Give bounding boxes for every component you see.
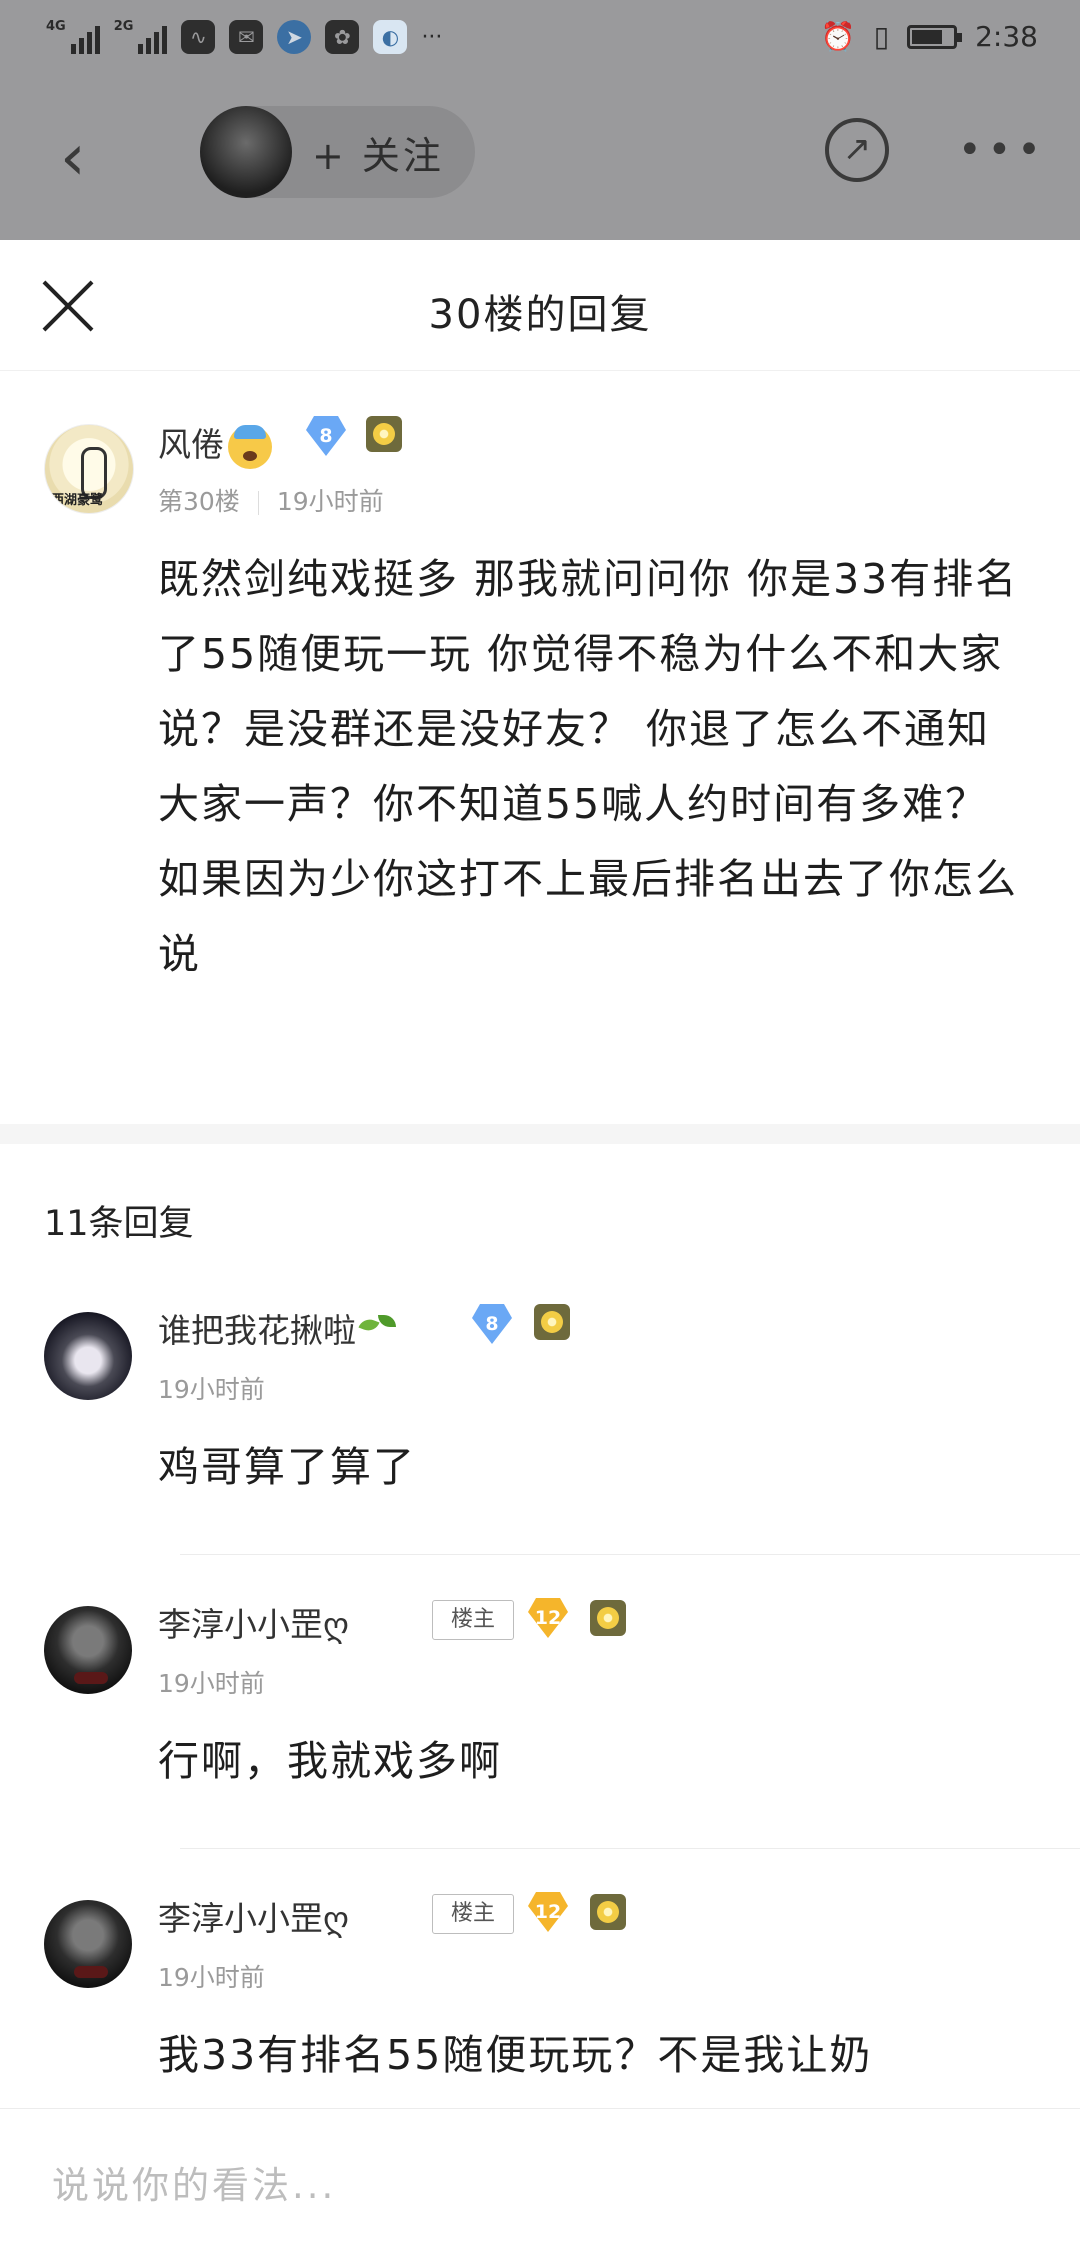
activity-app-icon: ∿ [181, 20, 216, 54]
telegram-icon: ➤ [277, 20, 312, 54]
reply-author[interactable]: 谁把我花揪啦 [158, 1304, 400, 1355]
more-notifications-icon: ··· [421, 24, 443, 50]
reply-author-name: 谁把我花揪啦 [158, 1311, 356, 1350]
level-badge: 12 [528, 1598, 568, 1638]
comment-input-bar[interactable]: 说说你的看法... [0, 2108, 1080, 2245]
post-author[interactable]: 风倦 [158, 418, 272, 469]
signal-icon-2: 2G [114, 20, 168, 54]
member-badge-icon [590, 1600, 626, 1636]
avatar[interactable] [44, 1606, 132, 1694]
post-author-name: 风倦 [158, 425, 224, 464]
reply-content: 行啊，我就戏多啊 [158, 1737, 502, 1785]
battery-icon [907, 24, 963, 49]
post-time: 19小时前 [276, 487, 384, 516]
reply-count: 11条回复 [44, 1204, 194, 1244]
reply-time: 19小时前 [158, 1669, 265, 1698]
sheet-title: 30楼的回复 [428, 292, 652, 338]
share-icon: ↗ [842, 129, 872, 169]
reply-sheet: 30楼的回复 风倦 8 第30楼 19小时前 既然剑纯戏挺多 那我就问问你 你是3… [0, 240, 1080, 2245]
avatar [200, 106, 292, 198]
avatar[interactable] [44, 1900, 132, 1988]
owner-tag: 楼主 [432, 1894, 514, 1934]
wechat-icon: ✉ [229, 20, 264, 54]
more-icon: ••• [958, 127, 1047, 173]
reply-divider [180, 1554, 1080, 1555]
sprout-emoji-icon [356, 1311, 400, 1355]
network-type-label-2: 2G [113, 19, 134, 34]
reply-divider [180, 1848, 1080, 1849]
chevron-left-icon: ‹ [60, 121, 86, 195]
alarm-icon: ⏰ [820, 20, 856, 53]
share-button[interactable]: ↗ [825, 118, 889, 182]
reply-author[interactable]: 李淳小小罡ღ [158, 1598, 349, 1646]
top-nav: ‹ + 关注 ↗ ••• [0, 84, 1080, 240]
level-badge: 8 [306, 416, 346, 456]
section-divider [0, 1124, 1080, 1144]
level-badge: 12 [528, 1892, 568, 1932]
comment-input[interactable]: 说说你的看法... [52, 2155, 336, 2209]
network-type-label: 4G [46, 19, 66, 34]
reply-time: 19小时前 [158, 1963, 265, 1992]
follow-label: + 关注 [312, 133, 444, 178]
owner-tag: 楼主 [432, 1600, 514, 1640]
avatar[interactable] [44, 1312, 132, 1400]
follow-button[interactable]: + 关注 [200, 106, 475, 198]
avatar[interactable] [44, 424, 134, 514]
member-badge-icon [534, 1304, 570, 1340]
clock-time: 2:38 [975, 20, 1038, 53]
member-badge-icon [590, 1894, 626, 1930]
signal-icon: 4G [46, 20, 100, 54]
sheet-header: 30楼的回复 [0, 240, 1080, 371]
reply-content: 我33有排名55随便玩玩？不是我让奶 [158, 2031, 873, 2079]
browser-app-icon: ◐ [373, 20, 408, 54]
member-badge-icon [366, 416, 402, 452]
more-button[interactable]: ••• [958, 118, 1041, 182]
post-meta: 第30楼 19小时前 [158, 482, 384, 518]
vibrate-icon: ▯ [873, 20, 890, 53]
floor-label: 第30楼 [158, 487, 240, 516]
post-content: 既然剑纯戏挺多 那我就问问你 你是33有排名了55随便玩一玩 你觉得不稳为什么不… [158, 555, 1019, 978]
reply-time: 19小时前 [158, 1375, 265, 1404]
status-bar: 4G 2G ∿ ✉ ➤ ✿ ◐ ··· ⏰ ▯ 2:38 [0, 0, 1080, 84]
reply-author-name: 李淳小小罡ღ [158, 1605, 349, 1644]
reply-author-name: 李淳小小罡ღ [158, 1899, 349, 1938]
huawei-app-icon: ✿ [325, 20, 360, 54]
level-badge: 8 [472, 1304, 512, 1344]
reply-author[interactable]: 李淳小小罡ღ [158, 1892, 349, 1940]
anxious-face-emoji-icon [228, 424, 272, 469]
reply-content: 鸡哥算了算了 [158, 1443, 416, 1491]
back-button[interactable]: ‹ [60, 118, 110, 198]
